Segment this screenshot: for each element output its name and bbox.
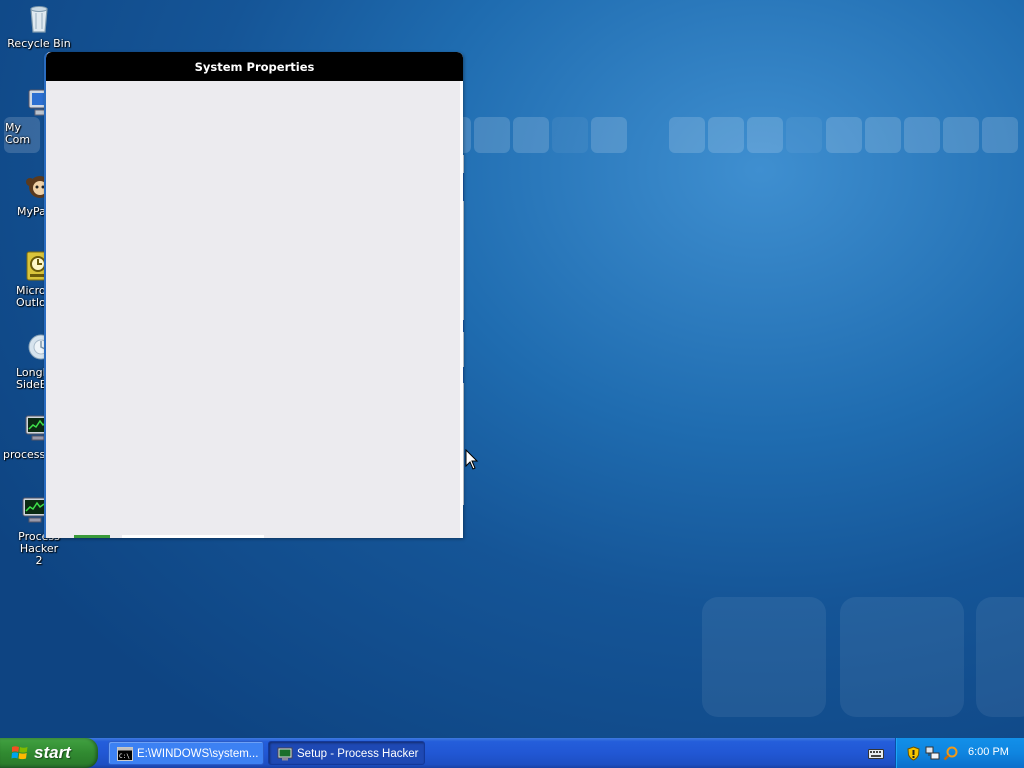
system-properties-window[interactable]: System Properties: [44, 52, 463, 538]
wallpaper-tile-large: [840, 597, 964, 717]
window-title-bar[interactable]: System Properties: [46, 52, 463, 81]
wallpaper-tile-large: [976, 597, 1024, 717]
taskbar-button-setup-process-hacker[interactable]: Setup - Process Hacker: [268, 741, 425, 765]
wallpaper-tile: [669, 117, 705, 153]
wallpaper-tile: [708, 117, 744, 153]
desktop-icon-label: processh: [3, 448, 53, 461]
wallpaper-tile-large: [702, 597, 826, 717]
search-icon[interactable]: [943, 746, 958, 761]
desktop-icon-label: MyPa: [17, 205, 46, 218]
system-tray: 6:00 PM: [895, 738, 1024, 768]
wallpaper-tile: [982, 117, 1018, 153]
desktop-icon-label: Recycle Bin: [7, 37, 71, 50]
network-icon[interactable]: [925, 746, 940, 761]
wallpaper-tile: [747, 117, 783, 153]
window-border: [460, 81, 463, 538]
wallpaper-tile: [513, 117, 549, 153]
desktop-icon-mypal[interactable]: MyPa: [0, 170, 54, 218]
svg-text:C:\: C:\: [119, 753, 130, 760]
security-shield-icon[interactable]: [906, 746, 921, 761]
desktop-icon-label: Longh SideB: [16, 366, 50, 391]
wallpaper-tile: [474, 117, 510, 153]
start-label: start: [34, 743, 71, 762]
progress-bar: [74, 535, 264, 538]
windows-logo-icon: [11, 746, 28, 760]
desktop-icon-recycle-bin[interactable]: Recycle Bin: [0, 2, 78, 50]
start-button[interactable]: start: [0, 738, 98, 768]
wallpaper-tile: [786, 117, 822, 153]
desktop-icon-longhorn-sidebar[interactable]: Longh SideB: [0, 331, 54, 391]
wallpaper-tile: [943, 117, 979, 153]
recycle-bin-icon: [30, 6, 48, 33]
wallpaper-tile: [904, 117, 940, 153]
desktop-icon-label: Micros Outlo: [16, 284, 52, 309]
taskbar-button-label: E:\WINDOWS\system...: [137, 748, 259, 760]
keyboard-icon[interactable]: [868, 747, 884, 760]
mouse-cursor-icon: [465, 449, 479, 470]
setup-icon: [277, 747, 293, 761]
progress-bar-track: [122, 535, 264, 538]
desktop-icon-processhacker[interactable]: processh: [0, 413, 53, 461]
taskbar: start C:\ E:\WINDOWS\system... Setup - P…: [0, 738, 1024, 768]
wallpaper-tile: [826, 117, 862, 153]
desktop-icon-label: My Com: [5, 121, 31, 146]
desktop-icon-my-computer[interactable]: My Com: [0, 86, 54, 146]
taskbar-button-label: Setup - Process Hacker: [297, 748, 419, 760]
wallpaper-tile: [591, 117, 627, 153]
taskbar-button-command-prompt[interactable]: C:\ E:\WINDOWS\system...: [108, 741, 264, 765]
cmd-icon: C:\: [117, 747, 133, 761]
wallpaper-tile: [552, 117, 588, 153]
clock[interactable]: 6:00 PM: [968, 746, 1009, 758]
progress-bar-fill: [74, 535, 110, 538]
wallpaper-tile: [865, 117, 901, 153]
desktop-icon-outlook[interactable]: Micros Outlo: [0, 249, 54, 309]
